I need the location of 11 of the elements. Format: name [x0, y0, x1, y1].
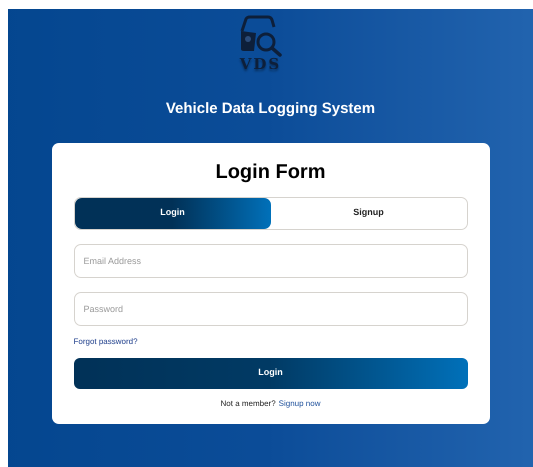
form-tab[interactable]: Login	[74, 198, 270, 228]
login-button[interactable]: Login	[74, 358, 468, 388]
input-field[interactable]: Password	[74, 292, 468, 326]
footer-text: Not a member?	[220, 398, 276, 410]
forgot-password-link[interactable]: Forgot password?	[74, 336, 138, 348]
input-field[interactable]: Email Address	[74, 244, 468, 278]
signup-link[interactable]: Signup now	[278, 398, 320, 410]
logo-text: VDS	[240, 57, 282, 72]
app-title: Vehicle Data Logging System	[166, 99, 376, 119]
form-title: Login Form	[214, 160, 326, 184]
car-search-logo-icon	[238, 15, 284, 57]
